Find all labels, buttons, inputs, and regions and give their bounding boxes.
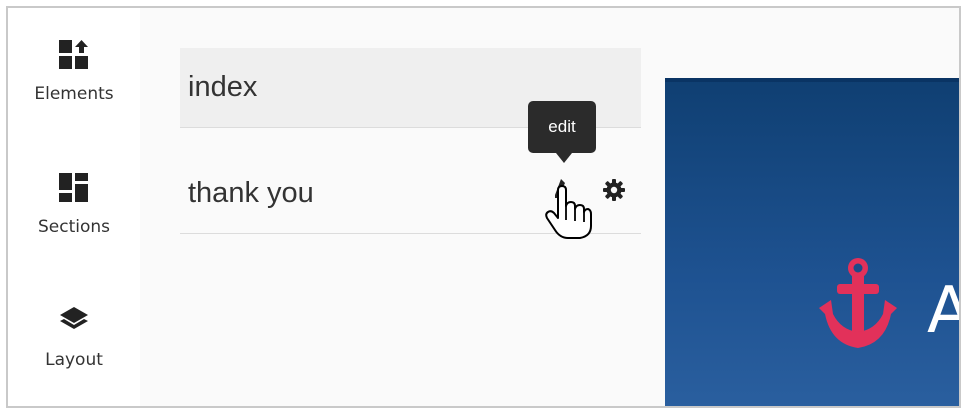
gear-icon[interactable] xyxy=(602,178,626,202)
sidebar-item-label: Layout xyxy=(45,350,103,370)
sidebar-item-label: Sections xyxy=(37,217,111,237)
page-preview: A xyxy=(665,78,959,406)
hand-pointer-cursor-icon xyxy=(545,185,592,239)
preview-brand-text: A xyxy=(927,274,959,348)
sidebar-item-sections[interactable]: Sections xyxy=(8,171,140,237)
left-sidebar: Elements Sections Layout xyxy=(8,8,141,406)
tooltip-text: edit xyxy=(548,117,576,136)
layers-icon xyxy=(60,307,88,329)
page-name: thank you xyxy=(188,177,314,209)
page-name: index xyxy=(188,71,258,103)
sidebar-item-elements[interactable]: Elements xyxy=(8,38,140,104)
sections-grid-icon xyxy=(59,173,88,202)
app-window: Elements Sections Layout index thank you xyxy=(6,6,961,408)
preview-top-border xyxy=(665,78,959,82)
anchor-icon xyxy=(819,258,897,348)
edit-tooltip: edit xyxy=(528,101,596,163)
sidebar-item-layout[interactable]: Layout xyxy=(8,304,140,370)
sidebar-item-label: Elements xyxy=(34,84,114,104)
elements-add-icon xyxy=(59,40,88,69)
